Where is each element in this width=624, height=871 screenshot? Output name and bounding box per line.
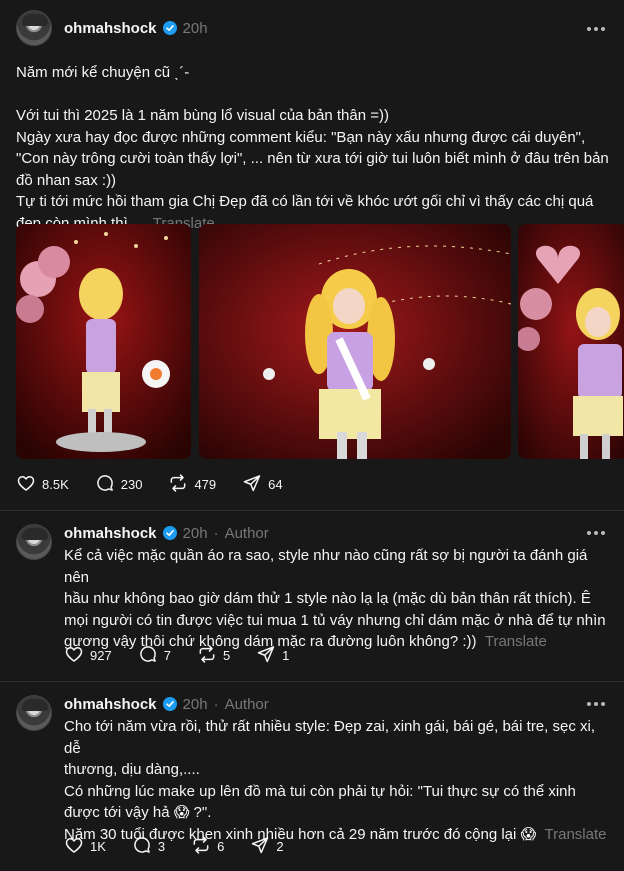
like-button[interactable]: 8.5K [16, 473, 69, 496]
share-icon [250, 835, 270, 858]
share-button[interactable]: 64 [242, 473, 283, 496]
post-line: đồ nhan sax :)) [16, 171, 117, 189]
like-button[interactable]: 927 [64, 644, 112, 667]
reply-post: ohmahshock 20h · Author Kể cả việc mặc q… [0, 511, 624, 681]
post-header: ohmahshock 20h · Author [64, 694, 269, 714]
post-line: Kể cả việc mặc quần áo ra sao, style như… [64, 547, 588, 586]
comment-icon [138, 644, 158, 667]
avatar[interactable] [16, 695, 52, 731]
post-line-empty [16, 84, 616, 106]
photo-3[interactable] [518, 224, 624, 459]
separator-dot: · [213, 695, 219, 713]
post-body: Cho tới năm vừa rồi, thử rất nhiều style… [64, 716, 614, 845]
avatar[interactable] [16, 10, 52, 46]
share-button[interactable]: 2 [250, 835, 284, 858]
photo-1[interactable] [16, 224, 191, 459]
more-options-icon[interactable] [586, 523, 606, 543]
verified-badge-icon [162, 21, 177, 35]
share-icon [256, 644, 276, 667]
post-line: được tới vậy hả 😱 ?". [64, 804, 212, 821]
post-body: Năm mới kể chuyện cũ ˎ´- Với tui thì 202… [16, 62, 616, 234]
verified-badge-icon [162, 697, 177, 711]
separator-dot: · [213, 524, 219, 542]
avatar[interactable] [16, 524, 52, 560]
like-button[interactable]: 1K [64, 835, 106, 858]
reply-count: 3 [157, 838, 166, 854]
post-actions: 1K 3 6 2 [64, 835, 310, 857]
more-options-icon[interactable] [586, 19, 606, 39]
reply-count: 230 [120, 476, 143, 492]
reply-post: ohmahshock 20h · Author Cho tới năm vừa … [0, 682, 624, 871]
post-actions: 927 7 5 1 [64, 644, 315, 666]
share-icon [242, 473, 262, 496]
photo-2[interactable] [199, 224, 511, 459]
media-carousel[interactable] [16, 224, 624, 459]
like-count: 1K [90, 838, 106, 854]
author-tag: Author [224, 524, 269, 542]
post-line: mọi người có tin được việc tui mua 1 tủ … [64, 611, 606, 629]
reply-button[interactable]: 230 [95, 473, 143, 496]
repost-count: 479 [194, 476, 217, 492]
translate-link[interactable]: Translate [485, 633, 547, 650]
reply-button[interactable]: 3 [132, 835, 165, 858]
heart-icon [64, 644, 84, 667]
username[interactable]: ohmahshock [64, 20, 157, 37]
post-line: Cho tới năm vừa rồi, thử rất nhiều style… [64, 718, 595, 757]
post-line: Với tui thì 2025 là 1 năm bùng lổ visual… [16, 107, 389, 124]
comment-icon [132, 835, 152, 858]
post-line: Tự ti tới mức hồi tham gia Chị Đẹp đã có… [16, 193, 594, 210]
share-button[interactable]: 1 [256, 644, 289, 667]
more-options-icon[interactable] [586, 694, 606, 714]
post-main: ohmahshock 20h Năm mới kể chuyện cũ ˎ´- … [0, 0, 624, 510]
username[interactable]: ohmahshock [64, 696, 157, 713]
post-actions: 8.5K 230 479 64 [16, 473, 309, 495]
post-line: thương, dịu dàng,.... [64, 761, 200, 778]
threads-feed: ohmahshock 20h Năm mới kể chuyện cũ ˎ´- … [0, 0, 624, 871]
repost-icon [197, 644, 217, 667]
reply-button[interactable]: 7 [138, 644, 171, 667]
heart-icon [16, 473, 36, 496]
repost-button[interactable]: 479 [168, 473, 216, 496]
post-line: "Con này trông cười toàn thấy lợi", ... … [16, 150, 609, 167]
verified-badge-icon [162, 526, 177, 540]
post-time[interactable]: 20h [183, 20, 208, 37]
translate-link[interactable]: Translate [545, 826, 607, 843]
share-count: 2 [276, 838, 284, 854]
post-line: Ngày xưa hay đọc được những comment kiểu… [16, 128, 586, 146]
comment-icon [95, 473, 115, 496]
repost-icon [168, 473, 188, 496]
post-header: ohmahshock 20h · Author [64, 523, 269, 543]
repost-count: 5 [222, 647, 231, 663]
repost-count: 6 [217, 838, 225, 854]
username[interactable]: ohmahshock [64, 525, 157, 542]
author-tag: Author [224, 695, 269, 713]
like-count: 8.5K [42, 476, 69, 492]
post-line: hầu như không bao giờ dám thử 1 style nà… [64, 590, 591, 607]
repost-button[interactable]: 6 [191, 835, 224, 858]
like-count: 927 [90, 647, 112, 663]
reply-count: 7 [163, 647, 171, 663]
post-line: Có những lúc make up lên đồ mà tui còn p… [64, 782, 576, 800]
repost-icon [191, 835, 211, 858]
repost-button[interactable]: 5 [197, 644, 230, 667]
post-header: ohmahshock 20h [64, 18, 208, 38]
post-time[interactable]: 20h [183, 696, 208, 713]
post-body: Kể cả việc mặc quần áo ra sao, style như… [64, 545, 614, 653]
post-line: Năm mới kể chuyện cũ ˎ´- [16, 64, 190, 81]
share-count: 1 [282, 647, 290, 663]
post-time[interactable]: 20h [183, 525, 208, 542]
share-count: 64 [268, 476, 283, 492]
heart-icon [64, 835, 84, 858]
